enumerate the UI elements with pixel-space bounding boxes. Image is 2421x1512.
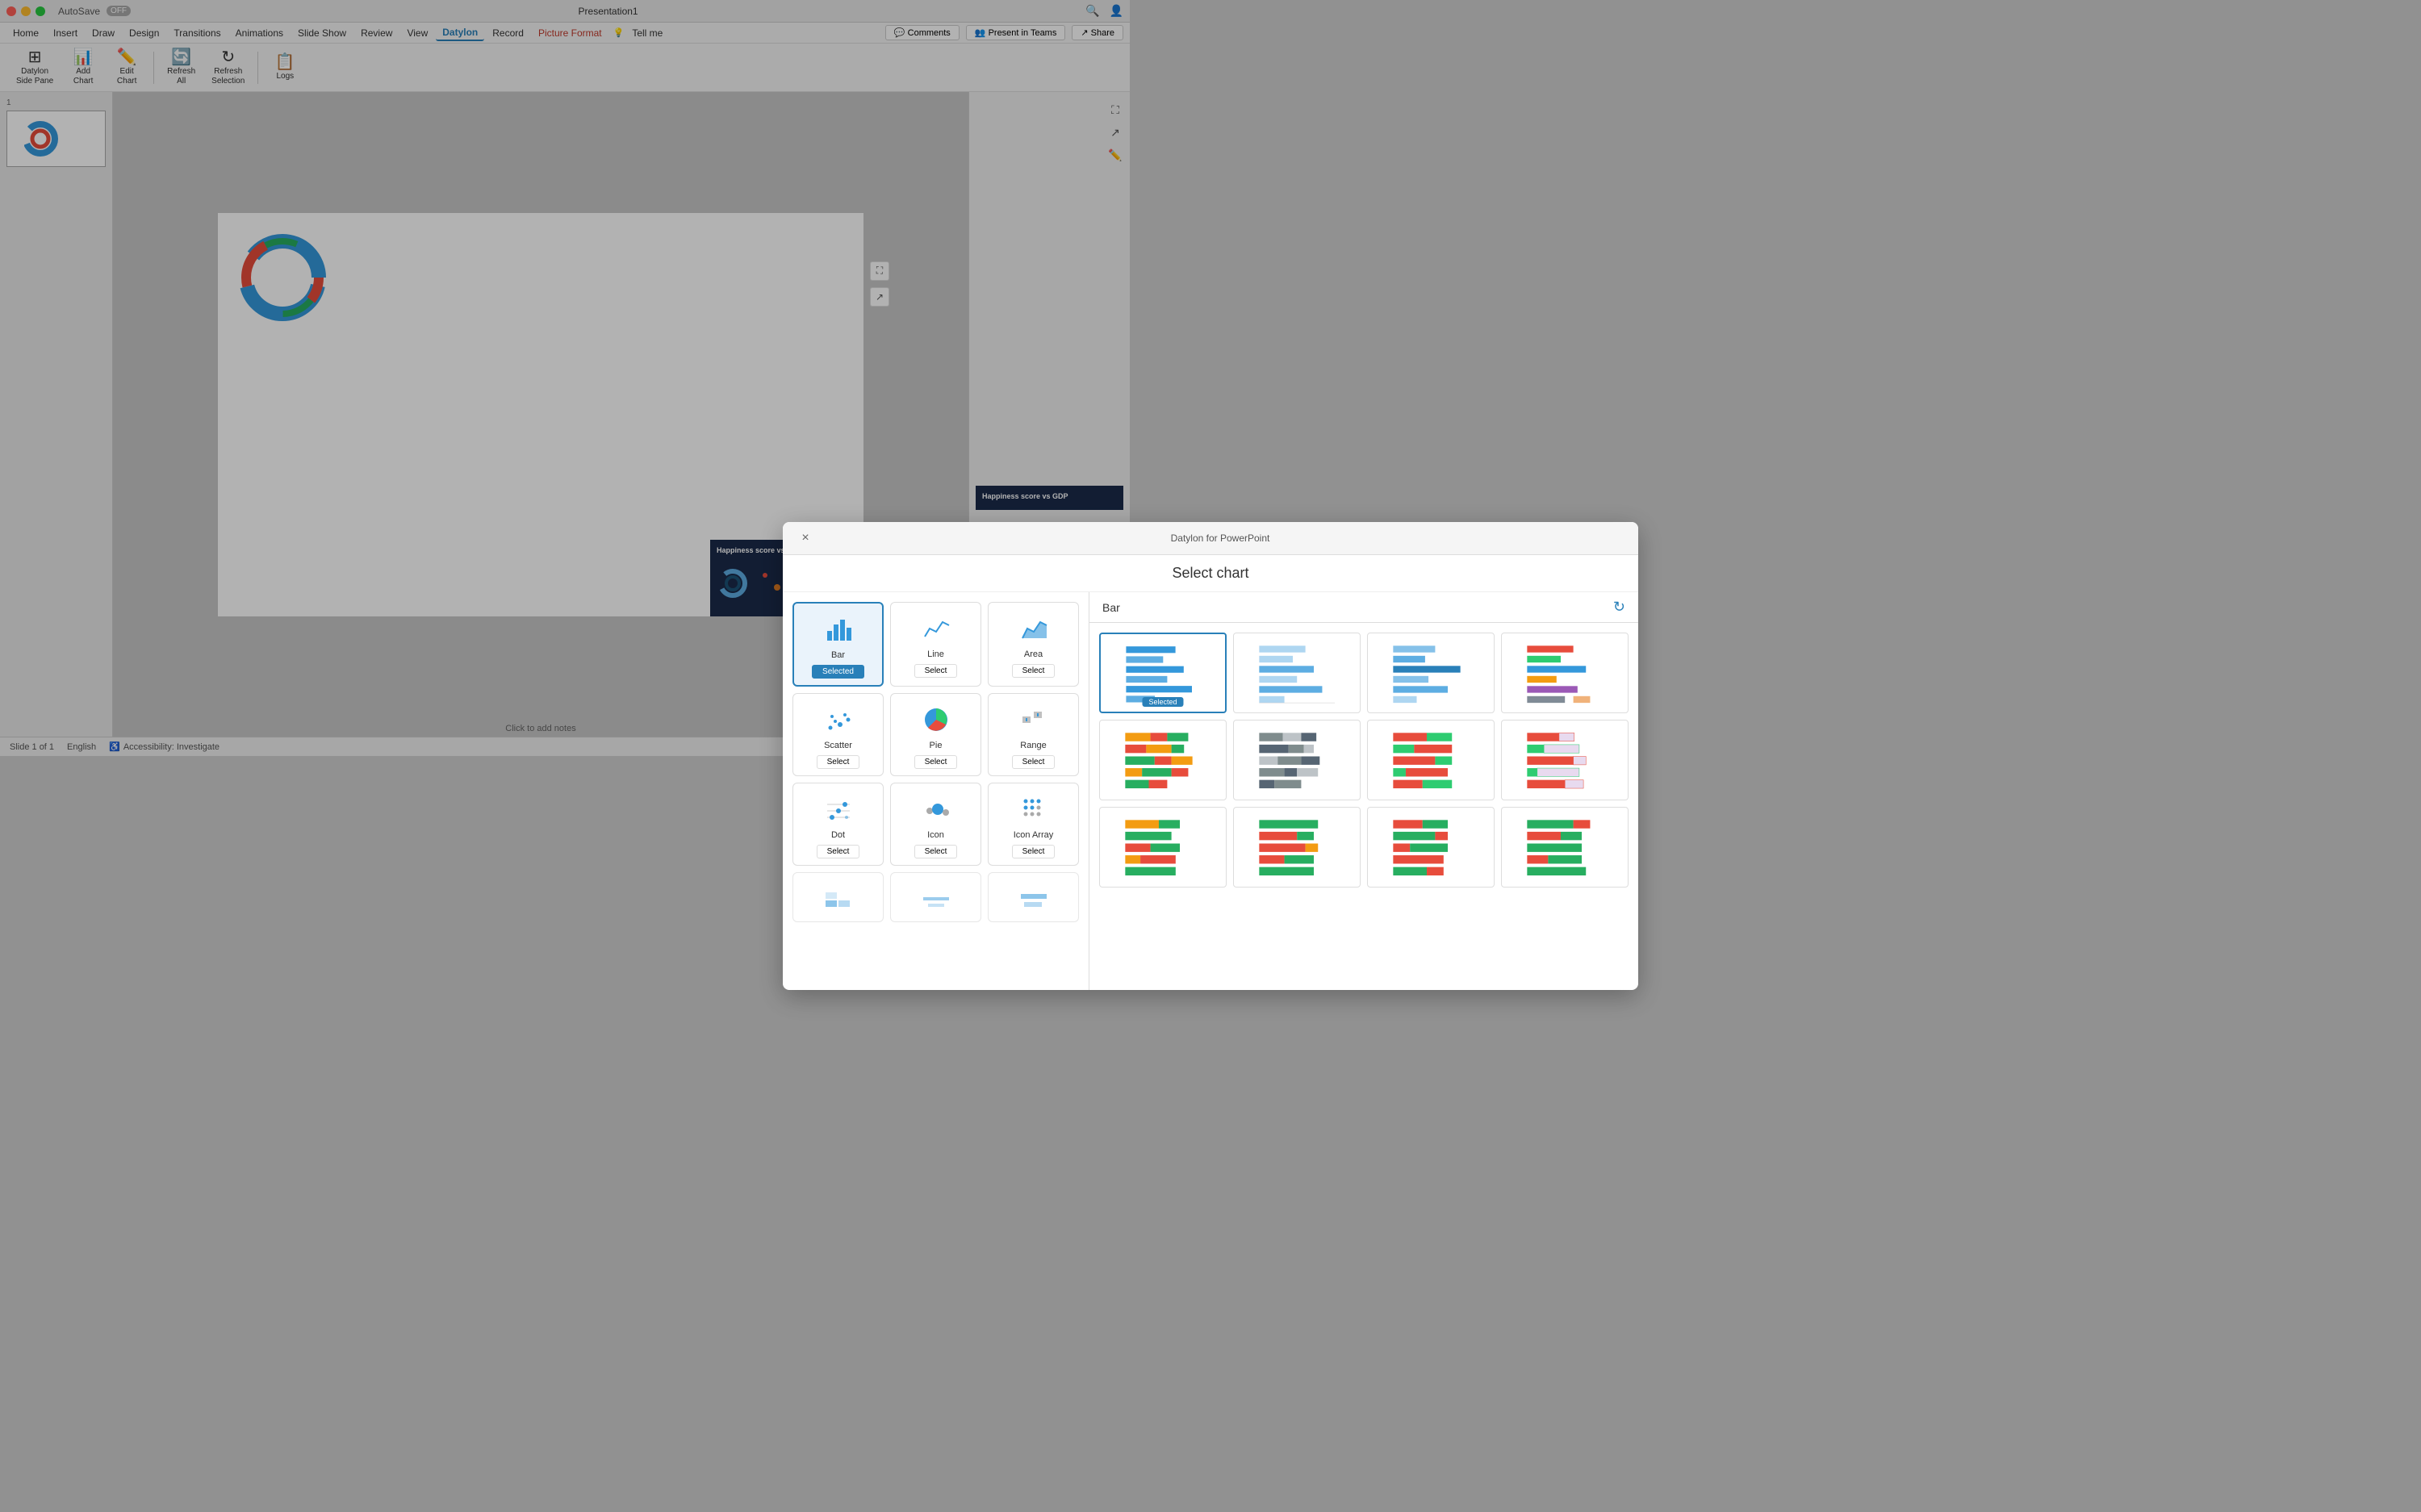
variant-selected-badge: Selected xyxy=(1142,697,1183,707)
variant-item-10[interactable] xyxy=(1233,807,1361,888)
variants-grid: Selected xyxy=(1089,623,1638,990)
chart-type-line[interactable]: Line Select xyxy=(890,602,981,687)
area-chart-icon xyxy=(1019,612,1048,645)
chart-type-list: Bar Selected Line Select xyxy=(783,592,1089,990)
line-chart-icon xyxy=(922,612,951,645)
line-select-button[interactable]: Select xyxy=(914,664,958,678)
chart-type-dot[interactable]: Dot Select xyxy=(792,783,884,866)
range-chart-icon xyxy=(1019,704,1048,736)
bar-select-button[interactable]: Selected xyxy=(812,665,864,679)
dot-label: Dot xyxy=(831,830,845,840)
variant-item-5[interactable] xyxy=(1099,720,1227,800)
line-label: Line xyxy=(927,649,944,659)
pie-select-button[interactable]: Select xyxy=(914,755,958,769)
icon-array-select-button[interactable]: Select xyxy=(1012,845,1056,858)
modal-heading: Select chart xyxy=(783,555,1638,592)
scatter-chart-icon xyxy=(824,704,853,736)
area-label: Area xyxy=(1024,649,1043,659)
chart-type-area[interactable]: Area Select xyxy=(988,602,1079,687)
variants-header: Bar ↻ xyxy=(1089,592,1638,623)
variant-item-1[interactable]: Selected xyxy=(1099,633,1227,713)
modal-close-button[interactable]: × xyxy=(796,528,815,548)
dot-select-button[interactable]: Select xyxy=(817,845,860,858)
icon-select-button[interactable]: Select xyxy=(914,845,958,858)
scatter-label: Scatter xyxy=(824,741,852,750)
variant-item-6[interactable] xyxy=(1233,720,1361,800)
icon-array-label: Icon Array xyxy=(1014,830,1054,840)
variant-item-8[interactable] xyxy=(1501,720,1629,800)
chart-type-scatter[interactable]: Scatter Select xyxy=(792,693,884,776)
variants-category-label: Bar xyxy=(1102,601,1120,614)
modal-header: × Datylon for PowerPoint xyxy=(783,522,1638,555)
select-chart-modal: × Datylon for PowerPoint Select chart xyxy=(783,522,1638,990)
icon-label: Icon xyxy=(927,830,944,840)
chart-type-bar[interactable]: Bar Selected xyxy=(792,602,884,687)
variant-item-2[interactable] xyxy=(1233,633,1361,713)
chart-type-pie[interactable]: Pie Select xyxy=(890,693,981,776)
chart-type-range[interactable]: Range Select xyxy=(988,693,1079,776)
chart-type-icon-array[interactable]: Icon Array Select xyxy=(988,783,1079,866)
extra-1-icon xyxy=(824,883,853,915)
bar-label: Bar xyxy=(831,650,845,660)
extra-3-icon xyxy=(1019,883,1048,915)
variant-item-11[interactable] xyxy=(1367,807,1495,888)
variant-item-9[interactable] xyxy=(1099,807,1227,888)
bar-chart-icon xyxy=(824,613,853,645)
icon-array-chart-icon xyxy=(1019,793,1048,825)
modal-body: Bar Selected Line Select xyxy=(783,592,1638,990)
variant-item-12[interactable] xyxy=(1501,807,1629,888)
variant-item-4[interactable] xyxy=(1501,633,1629,713)
chart-type-icon[interactable]: Icon Select xyxy=(890,783,981,866)
area-select-button[interactable]: Select xyxy=(1012,664,1056,678)
chart-type-extra-2[interactable] xyxy=(890,872,981,922)
modal-overlay: × Datylon for PowerPoint Select chart xyxy=(0,0,2421,1512)
range-label: Range xyxy=(1020,741,1046,750)
icon-chart-icon xyxy=(922,793,951,825)
variants-refresh-icon[interactable]: ↻ xyxy=(1613,599,1625,616)
pie-chart-icon xyxy=(922,704,951,736)
modal-title-bar: Datylon for PowerPoint xyxy=(815,533,1625,544)
range-select-button[interactable]: Select xyxy=(1012,755,1056,769)
chart-variants-panel: Bar ↻ Selected xyxy=(1089,592,1638,990)
pie-label: Pie xyxy=(930,741,943,750)
variant-item-7[interactable] xyxy=(1367,720,1495,800)
scatter-select-button[interactable]: Select xyxy=(817,755,860,769)
chart-type-extra-1[interactable] xyxy=(792,872,884,922)
variant-item-3[interactable] xyxy=(1367,633,1495,713)
extra-2-icon xyxy=(922,883,951,915)
chart-type-extra-3[interactable] xyxy=(988,872,1079,922)
dot-chart-icon xyxy=(824,793,853,825)
